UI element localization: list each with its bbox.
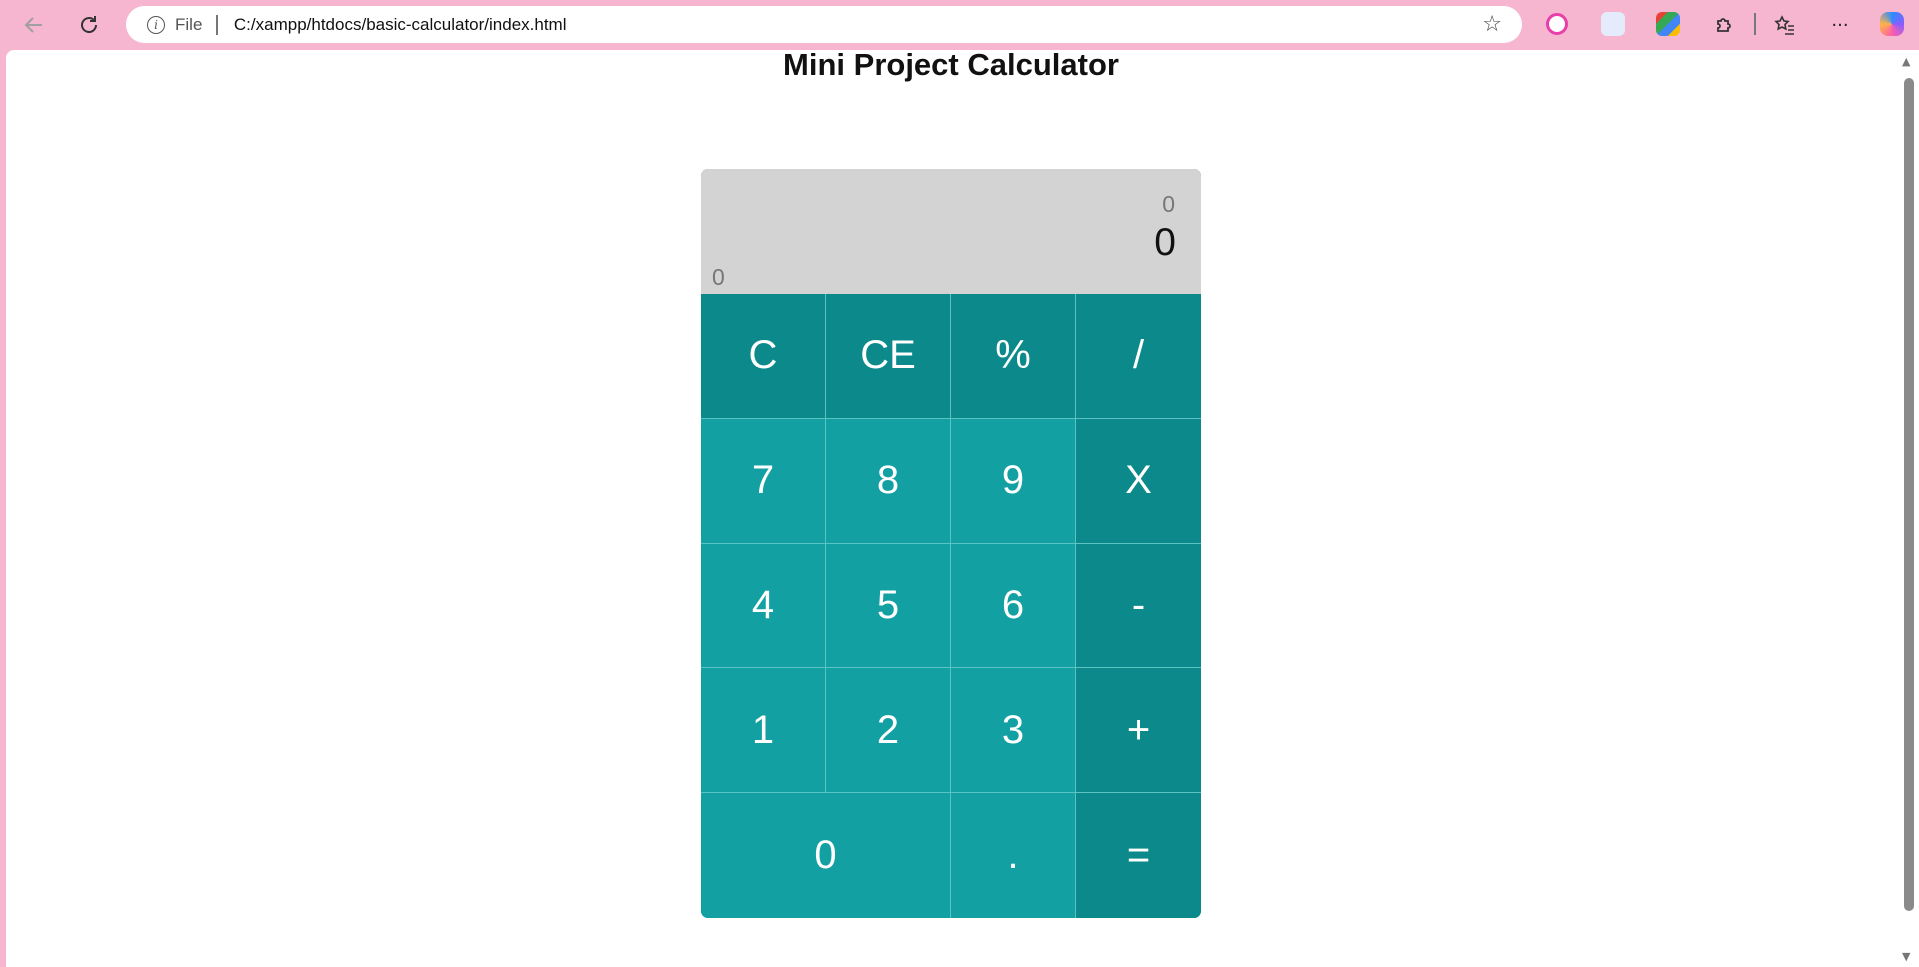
clear-entry-button[interactable]: CE bbox=[826, 294, 951, 419]
scroll-thumb[interactable] bbox=[1904, 78, 1914, 911]
zero-button[interactable]: 0 bbox=[701, 793, 951, 918]
vertical-scrollbar[interactable]: ▲ ▼ bbox=[1899, 50, 1919, 967]
back-arrow-icon[interactable] bbox=[18, 9, 50, 41]
three-button[interactable]: 3 bbox=[951, 668, 1076, 794]
extensions-puzzle-icon[interactable] bbox=[1708, 9, 1740, 41]
divider bbox=[216, 14, 218, 35]
subtract-button[interactable]: - bbox=[1076, 543, 1201, 669]
url-text[interactable]: C:/xampp/htdocs/basic-calculator/index.h… bbox=[234, 15, 567, 35]
scroll-up-arrow-icon[interactable]: ▲ bbox=[1902, 55, 1910, 68]
add-button[interactable]: + bbox=[1076, 668, 1201, 794]
copilot-icon[interactable] bbox=[1880, 12, 1904, 36]
six-button[interactable]: 6 bbox=[951, 543, 1076, 669]
translate-extension-icon[interactable] bbox=[1601, 12, 1625, 36]
calculator-display: 0 0 0 bbox=[701, 169, 1201, 294]
history-value: 0 bbox=[712, 264, 725, 290]
info-icon[interactable]: i bbox=[147, 15, 165, 34]
current-operand: 0 bbox=[1154, 221, 1176, 264]
colorful-extension-icon[interactable] bbox=[1656, 12, 1680, 36]
calculator: 0 0 0 C CE % / 7 8 9 X 4 5 6 - 1 2 3 + 0… bbox=[701, 169, 1201, 918]
one-button[interactable]: 1 bbox=[701, 668, 826, 794]
clear-button[interactable]: C bbox=[701, 294, 826, 419]
toolbar-separator bbox=[1754, 13, 1756, 35]
seven-button[interactable]: 7 bbox=[701, 418, 826, 544]
nine-button[interactable]: 9 bbox=[951, 418, 1076, 544]
page-title: Mini Project Calculator bbox=[783, 50, 1119, 82]
decimal-button[interactable]: . bbox=[951, 793, 1076, 918]
eight-button[interactable]: 8 bbox=[826, 418, 951, 544]
browser-toolbar: i File C:/xampp/htdocs/basic-calculator/… bbox=[0, 0, 1919, 47]
favorite-star-icon[interactable]: ☆ bbox=[1482, 12, 1502, 37]
keypad: C CE % / 7 8 9 X 4 5 6 - 1 2 3 + 0 . = bbox=[701, 294, 1201, 918]
previous-operand: 0 bbox=[1162, 191, 1175, 217]
page-viewport: Mini Project Calculator 0 0 0 C CE % / 7… bbox=[6, 50, 1919, 967]
extension-circle-icon[interactable] bbox=[1546, 13, 1568, 35]
more-menu-icon[interactable]: ··· bbox=[1824, 9, 1856, 41]
two-button[interactable]: 2 bbox=[826, 668, 951, 794]
reload-icon[interactable] bbox=[73, 9, 105, 41]
five-button[interactable]: 5 bbox=[826, 543, 951, 669]
multiply-button[interactable]: X bbox=[1076, 418, 1201, 544]
four-button[interactable]: 4 bbox=[701, 543, 826, 669]
divide-button[interactable]: / bbox=[1076, 294, 1201, 419]
equals-button[interactable]: = bbox=[1076, 793, 1201, 918]
address-bar[interactable]: i File C:/xampp/htdocs/basic-calculator/… bbox=[126, 6, 1522, 43]
favorites-list-icon[interactable] bbox=[1769, 9, 1801, 41]
percent-button[interactable]: % bbox=[951, 294, 1076, 419]
file-label: File bbox=[175, 14, 203, 34]
scroll-down-arrow-icon[interactable]: ▼ bbox=[1902, 950, 1910, 963]
